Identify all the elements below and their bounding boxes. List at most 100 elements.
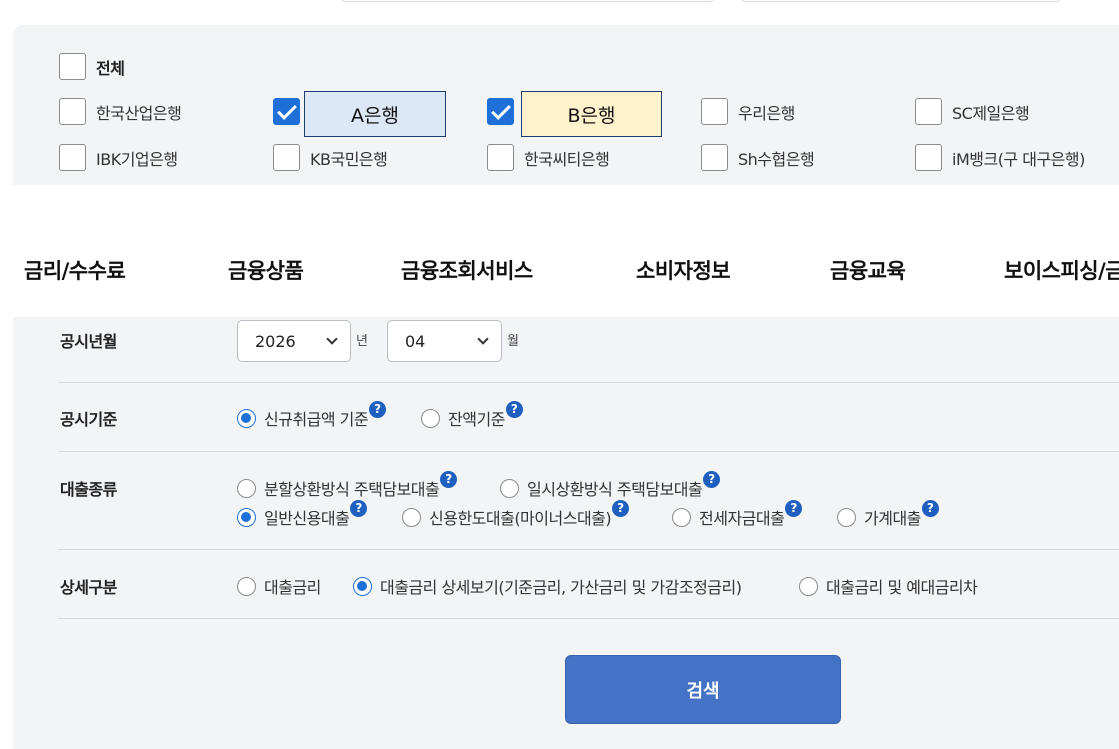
- checkbox-box-checked[interactable]: [487, 98, 514, 125]
- radio-label: 분할상환방식 주택담보대출: [264, 480, 440, 499]
- year-value: 2026: [255, 331, 296, 351]
- help-icon[interactable]: ?: [369, 400, 387, 418]
- loan-option-credit-line[interactable]: 신용한도대출(마이너스대출) ?: [402, 499, 630, 529]
- radio[interactable]: [237, 576, 256, 596]
- checkbox-box[interactable]: [59, 53, 86, 80]
- bank-checkbox-im[interactable]: iM뱅크(구 대구은행): [915, 144, 1085, 171]
- top-field-left: [340, 0, 715, 2]
- bank-tag-a: A은행: [304, 91, 446, 137]
- bank-checkbox-a[interactable]: [273, 98, 300, 125]
- radio[interactable]: [799, 576, 818, 596]
- checkbox-box[interactable]: [701, 98, 728, 125]
- bank-checkbox-kb[interactable]: KB국민은행: [273, 144, 388, 171]
- checkbox-box[interactable]: [915, 98, 942, 125]
- checkbox-box[interactable]: [59, 144, 86, 171]
- radio-label: 전세자금대출: [699, 509, 785, 528]
- basis-option-balance[interactable]: 잔액기준 ?: [421, 400, 523, 430]
- basis-label: 공시기준: [60, 410, 117, 429]
- bank-checkbox-kdb[interactable]: 한국산업은행: [59, 98, 182, 125]
- bank-checkbox-ibk[interactable]: IBK기업은행: [59, 144, 178, 171]
- radio-label: 가계대출: [864, 509, 921, 528]
- bank-label: 우리은행: [738, 103, 795, 123]
- bank-label: IBK기업은행: [96, 149, 178, 169]
- search-button[interactable]: 검색: [565, 655, 841, 724]
- radio-label: 일시상환방식 주택담보대출: [527, 480, 703, 499]
- nav-item-voice-phishing[interactable]: 보이스피싱/금: [1004, 255, 1119, 285]
- checkbox-box[interactable]: [915, 144, 942, 171]
- nav-item-education[interactable]: 금융교육: [830, 255, 906, 285]
- checkbox-box[interactable]: [487, 144, 514, 171]
- radio-selected[interactable]: [353, 576, 372, 596]
- main-nav: 금리/수수료 금융상품 금융조회서비스 소비자정보 금융교육 보이스피싱/금: [0, 255, 1119, 305]
- bank-tag-b: B은행: [521, 91, 662, 137]
- radio[interactable]: [421, 408, 440, 428]
- nav-item-inquiry[interactable]: 금융조회서비스: [401, 255, 533, 285]
- radio-label: 일반신용대출: [264, 509, 350, 528]
- radio-label: 잔액기준: [448, 410, 505, 429]
- help-icon[interactable]: ?: [612, 499, 630, 517]
- radio-label: 신용한도대출(마이너스대출): [429, 509, 612, 528]
- help-icon[interactable]: ?: [703, 470, 721, 488]
- year-unit: 년: [356, 334, 368, 349]
- help-icon[interactable]: ?: [921, 499, 939, 517]
- radio-selected[interactable]: [237, 408, 256, 428]
- bank-checkbox-sh[interactable]: Sh수협은행: [701, 144, 815, 171]
- radio[interactable]: [500, 478, 519, 498]
- month-select[interactable]: 04: [387, 320, 502, 362]
- radio-label: 신규취급액 기준: [264, 410, 369, 429]
- bank-checkbox-b[interactable]: [487, 98, 514, 125]
- loan-option-household[interactable]: 가계대출 ?: [837, 499, 939, 529]
- nav-item-rates[interactable]: 금리/수수료: [24, 255, 126, 285]
- detail-label: 상세구분: [60, 578, 117, 597]
- nav-item-consumer[interactable]: 소비자정보: [636, 255, 731, 285]
- row-divider: [58, 618, 1119, 619]
- radio[interactable]: [237, 478, 256, 498]
- checkbox-box-checked[interactable]: [273, 98, 300, 125]
- bank-label: 한국씨티은행: [524, 149, 610, 169]
- checkbox-box[interactable]: [59, 98, 86, 125]
- radio-label: 대출금리: [264, 578, 321, 597]
- radio-label: 대출금리 및 예대금리차: [826, 578, 978, 597]
- bank-all-checkbox[interactable]: 전체: [59, 53, 125, 80]
- year-select[interactable]: 2026: [237, 320, 351, 362]
- radio-label: 대출금리 상세보기(기준금리, 가산금리 및 가감조정금리): [380, 578, 742, 597]
- loan-type-label: 대출종류: [60, 480, 117, 499]
- bank-label: SC제일은행: [952, 103, 1030, 123]
- bank-label: Sh수협은행: [738, 149, 815, 169]
- month-value: 04: [405, 331, 426, 351]
- nav-item-products[interactable]: 금융상품: [228, 255, 304, 285]
- radio-selected[interactable]: [237, 507, 256, 527]
- detail-option-spread[interactable]: 대출금리 및 예대금리차: [799, 574, 978, 598]
- row-divider: [58, 451, 1119, 452]
- radio[interactable]: [672, 507, 691, 527]
- bank-label: iM뱅크(구 대구은행): [952, 149, 1085, 169]
- row-divider: [58, 382, 1119, 383]
- month-unit: 월: [507, 334, 519, 349]
- help-icon[interactable]: ?: [440, 470, 458, 488]
- radio[interactable]: [402, 507, 421, 527]
- radio[interactable]: [837, 507, 856, 527]
- detail-option-rate-detail[interactable]: 대출금리 상세보기(기준금리, 가산금리 및 가감조정금리): [353, 574, 742, 598]
- top-field-right: [740, 0, 1062, 2]
- chevron-down-icon: [326, 333, 338, 345]
- period-label: 공시년월: [60, 332, 117, 351]
- bank-checkbox-woori[interactable]: 우리은행: [701, 98, 795, 125]
- loan-option-credit[interactable]: 일반신용대출 ?: [237, 499, 368, 529]
- help-icon[interactable]: ?: [505, 400, 523, 418]
- bank-checkbox-citi[interactable]: 한국씨티은행: [487, 144, 610, 171]
- help-icon[interactable]: ?: [785, 499, 803, 517]
- loan-option-bullet-mortgage[interactable]: 일시상환방식 주택담보대출 ?: [500, 470, 721, 500]
- basis-option-new[interactable]: 신규취급액 기준 ?: [237, 400, 387, 430]
- loan-option-jeonse[interactable]: 전세자금대출 ?: [672, 499, 803, 529]
- loan-option-installment-mortgage[interactable]: 분할상환방식 주택담보대출 ?: [237, 470, 458, 500]
- checkbox-box[interactable]: [273, 144, 300, 171]
- bank-label: 한국산업은행: [96, 103, 182, 123]
- bank-label: KB국민은행: [310, 149, 388, 169]
- help-icon[interactable]: ?: [350, 499, 368, 517]
- bank-all-label: 전체: [96, 58, 125, 78]
- bank-checkbox-sc[interactable]: SC제일은행: [915, 98, 1030, 125]
- chevron-down-icon: [477, 333, 489, 345]
- checkbox-box[interactable]: [701, 144, 728, 171]
- detail-option-rate[interactable]: 대출금리: [237, 574, 321, 598]
- row-divider: [58, 549, 1119, 550]
